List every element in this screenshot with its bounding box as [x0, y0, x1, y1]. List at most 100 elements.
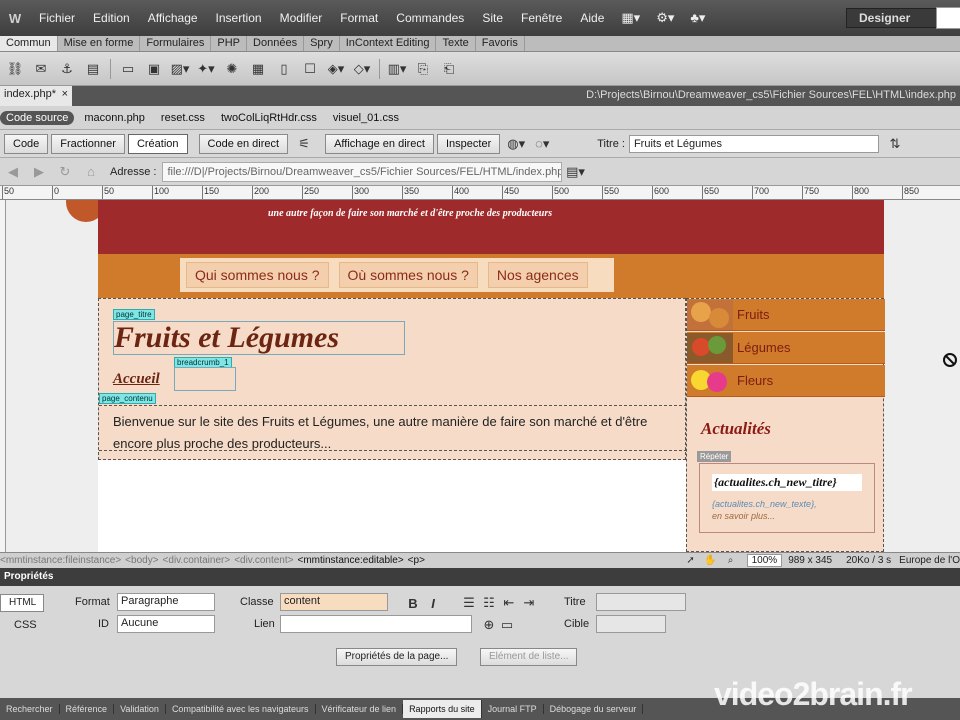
refresh-icon[interactable]: ↻ [55, 162, 75, 182]
related-file[interactable]: maconn.php [84, 112, 145, 124]
live-view-button[interactable]: Affichage en direct [325, 133, 434, 154]
target-select[interactable] [596, 615, 666, 633]
hyperlink-icon[interactable]: ⛓ [5, 59, 25, 79]
tab-formulaires[interactable]: Formulaires [140, 36, 212, 51]
tab-favoris[interactable]: Favoris [476, 36, 525, 51]
tab-reference[interactable]: Référence [60, 704, 115, 714]
tab-validation[interactable]: Validation [114, 704, 166, 714]
content-paragraph[interactable]: Bienvenue sur le site des Fruits et Légu… [99, 405, 687, 451]
tab-compatibilite[interactable]: Compatibilité avec les navigateurs [166, 704, 316, 714]
tab-donnees[interactable]: Données [247, 36, 305, 51]
nav-link-ou[interactable]: Où sommes nous ? [338, 262, 478, 288]
menu-commandes[interactable]: Commandes [387, 11, 473, 25]
window-size[interactable]: 989 x 345 [788, 555, 832, 566]
workspace-switcher[interactable]: Designer [846, 8, 938, 28]
forward-icon[interactable]: ▶ [29, 162, 49, 182]
related-file[interactable]: visuel_01.css [333, 112, 399, 124]
news-text-binding[interactable]: {actualites.ch_new_texte}, [712, 499, 862, 509]
news-more-link[interactable]: en savoir plus... [712, 511, 862, 521]
email-link-icon[interactable]: ✉ [31, 59, 51, 79]
media-icon[interactable]: ✦▾ [196, 59, 216, 79]
list-item-button[interactable]: Elément de liste... [480, 648, 578, 666]
menu-affichage[interactable]: Affichage [139, 11, 207, 25]
anchor-icon[interactable]: ⚓ [57, 59, 77, 79]
tag-selector-item[interactable]: <div.content> [234, 555, 293, 566]
news-title-binding[interactable]: {actualites.ch_new_titre} [712, 474, 862, 491]
server-include-icon[interactable]: ▯ [274, 59, 294, 79]
menu-fenetre[interactable]: Fenêtre [512, 11, 571, 25]
menu-fichier[interactable]: Fichier [30, 11, 84, 25]
comment-icon[interactable]: ☐ [300, 59, 320, 79]
document-tab[interactable]: index.php* × [0, 86, 72, 106]
link-input[interactable] [280, 615, 472, 633]
tag-chooser-icon[interactable]: ⎘ [413, 59, 433, 79]
home-icon[interactable]: ⌂ [81, 162, 101, 182]
title-field-input[interactable] [596, 593, 686, 611]
bold-button[interactable]: B [403, 593, 423, 613]
widget-icon[interactable]: ✺ [222, 59, 242, 79]
menu-edition[interactable]: Edition [84, 11, 139, 25]
address-input[interactable]: file:///D|/Projects/Birnou/Dreamweaver_c… [162, 161, 563, 182]
multiscreen-icon[interactable]: ⚟ [294, 134, 314, 154]
table-icon[interactable]: ▤ [83, 59, 103, 79]
script-icon[interactable]: ◇▾ [352, 59, 372, 79]
view-options-icon[interactable]: ▤▾ [565, 162, 585, 182]
ordered-list-icon[interactable]: ☷ [479, 593, 499, 613]
code-view-button[interactable]: Code [4, 133, 49, 154]
tag-selector-item[interactable]: <p> [408, 555, 425, 566]
templates-icon[interactable]: ▥▾ [387, 59, 407, 79]
sidebar-item-legumes[interactable]: Légumes [687, 332, 885, 364]
class-select[interactable]: content [280, 593, 388, 611]
tag-selector-item[interactable]: <mmtinstance:editable> [298, 555, 404, 566]
insert-icon[interactable]: ⎗ [439, 59, 459, 79]
browse-folder-icon[interactable]: ▭ [497, 615, 517, 635]
breadcrumb[interactable]: Accueil [113, 371, 160, 388]
menu-insertion[interactable]: Insertion [207, 11, 271, 25]
browser-preview-icon[interactable]: ◍▾ [506, 134, 526, 154]
tab-commun[interactable]: Commun [0, 36, 58, 51]
design-canvas[interactable]: une autre façon de faire son marché et d… [6, 200, 960, 552]
point-to-file-icon[interactable]: ⊕ [479, 615, 499, 635]
head-icon[interactable]: ◈▾ [326, 59, 346, 79]
news-repeat-region[interactable]: {actualites.ch_new_titre} {actualites.ch… [699, 463, 875, 533]
outdent-icon[interactable]: ⇤ [499, 593, 519, 613]
css-mode-button[interactable]: CSS [14, 619, 37, 631]
zoom-select[interactable]: 100% [746, 554, 783, 567]
zoom-tool-icon[interactable]: ⌕ [724, 554, 738, 568]
browser-compat-icon[interactable]: ◌▾ [532, 134, 552, 154]
unordered-list-icon[interactable]: ☰ [459, 593, 479, 613]
hand-tool-icon[interactable]: ✋ [704, 554, 718, 568]
menu-format[interactable]: Format [331, 11, 387, 25]
page-properties-button[interactable]: Propriétés de la page... [336, 648, 458, 666]
div-icon[interactable]: ▭ [118, 59, 138, 79]
related-file[interactable]: reset.css [161, 112, 205, 124]
search-input[interactable] [936, 7, 960, 29]
related-file-source[interactable]: Code source [0, 110, 75, 125]
sidebar-item-fleurs[interactable]: Fleurs [687, 365, 885, 397]
page-title[interactable]: Fruits et Légumes [113, 321, 405, 355]
italic-button[interactable]: I [423, 593, 443, 613]
tab-rechercher[interactable]: Rechercher [0, 704, 60, 714]
design-view-button[interactable]: Création [127, 133, 188, 154]
breadcrumb-region[interactable] [174, 367, 236, 391]
tab-spry[interactable]: Spry [304, 36, 340, 51]
page-title-input[interactable]: Fruits et Légumes [628, 134, 879, 153]
close-icon[interactable]: × [62, 88, 68, 104]
tab-php[interactable]: PHP [211, 36, 248, 51]
menu-aide[interactable]: Aide [571, 11, 613, 25]
ap-div-icon[interactable]: ▣ [144, 59, 164, 79]
inspect-button[interactable]: Inspecter [436, 133, 501, 154]
live-code-button[interactable]: Code en direct [198, 133, 289, 154]
file-management-icon[interactable]: ⇅ [885, 134, 905, 154]
format-select[interactable]: Paragraphe [117, 593, 215, 611]
date-icon[interactable]: ▦ [248, 59, 268, 79]
gear-menu-icon[interactable]: ⚙▾ [648, 10, 682, 26]
image-icon[interactable]: ▨▾ [170, 59, 190, 79]
nav-link-qui[interactable]: Qui sommes nous ? [186, 262, 329, 288]
select-tool-icon[interactable]: ➚ [684, 554, 698, 568]
tag-selector-item[interactable]: <mmtinstance:fileinstance> [0, 555, 121, 566]
id-select[interactable]: Aucune [117, 615, 215, 633]
nav-link-agences[interactable]: Nos agences [487, 262, 588, 288]
tab-texte[interactable]: Texte [436, 36, 476, 51]
layout-menu-icon[interactable]: ▦▾ [613, 10, 648, 26]
